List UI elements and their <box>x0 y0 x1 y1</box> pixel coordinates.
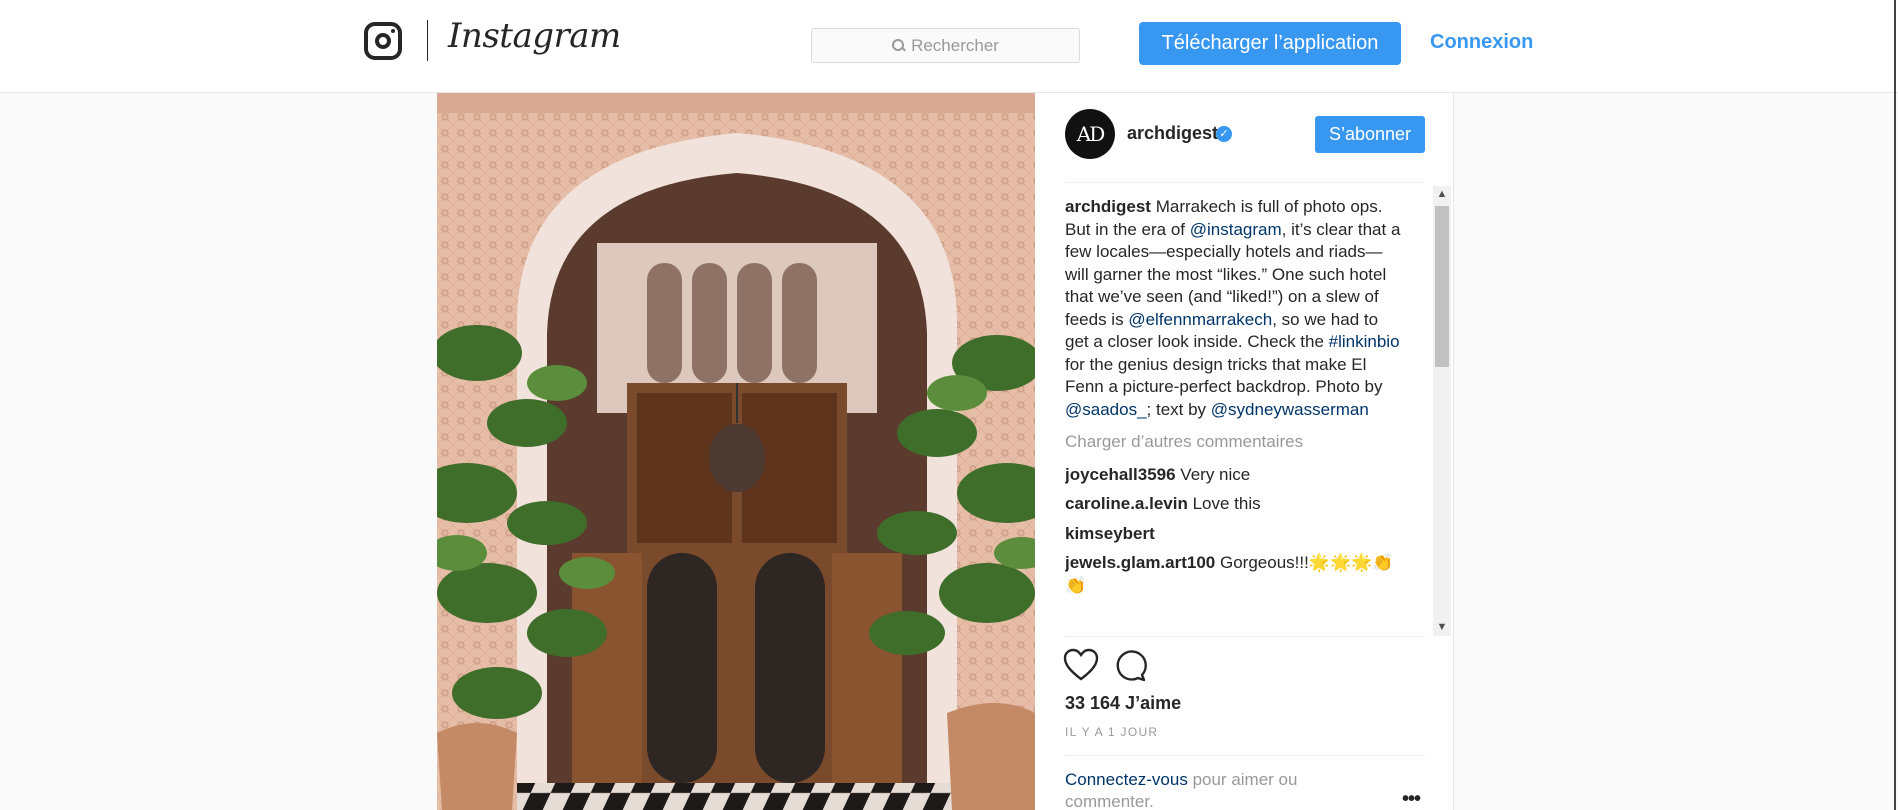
comment: kimseybert <box>1065 523 1405 546</box>
login-prompt-link[interactable]: Connectez-vous <box>1065 770 1188 789</box>
scroll-up-arrow-icon[interactable]: ▲ <box>1433 186 1451 203</box>
comment: joycehall3596 Very nice <box>1065 464 1405 487</box>
follow-button[interactable]: S’abonner <box>1315 116 1425 153</box>
divider <box>1065 182 1425 183</box>
post-username[interactable]: archdigest <box>1127 123 1218 144</box>
comment-username[interactable]: jewels.glam.art100 <box>1065 553 1215 572</box>
comments-list[interactable]: archdigest Marrakech is full of photo op… <box>1065 196 1405 636</box>
download-app-button[interactable]: Télécharger l’application <box>1139 22 1401 65</box>
comment: caroline.a.levin Love this <box>1065 493 1405 516</box>
search-icon <box>892 39 905 52</box>
logo-divider <box>427 20 428 61</box>
divider <box>1065 636 1425 637</box>
login-link[interactable]: Connexion <box>1430 31 1533 54</box>
caption-text: ; text by <box>1146 399 1211 419</box>
comment-text: Love this <box>1187 494 1261 513</box>
caption-text: for the genius design tricks that make E… <box>1065 354 1383 397</box>
post-timestamp[interactable]: IL Y A 1 JOUR <box>1065 725 1158 739</box>
divider <box>1065 755 1425 756</box>
comment-username[interactable]: kimseybert <box>1065 524 1155 543</box>
comment: jewels.glam.art100 Gorgeous!!!🌟🌟🌟👏👏 <box>1065 552 1405 597</box>
login-prompt: Connectez-vous pour aimer ou commenter. <box>1065 769 1365 810</box>
comment-username[interactable]: joycehall3596 <box>1065 465 1176 484</box>
scroll-thumb[interactable] <box>1435 206 1449 367</box>
hashtag-link[interactable]: #linkinbio <box>1329 332 1400 351</box>
mention-link[interactable]: @elfennmarrakech <box>1128 310 1272 329</box>
instagram-glyph-icon[interactable] <box>364 22 402 60</box>
more-options-icon[interactable]: ••• <box>1402 788 1421 810</box>
window-edge <box>1894 0 1896 810</box>
top-nav: Instagram Rechercher Télécharger l’appli… <box>0 0 1898 93</box>
likes-count[interactable]: 33 164 J’aime <box>1065 693 1181 714</box>
comment-icon[interactable] <box>1113 649 1147 683</box>
comment-text: Very nice <box>1175 464 1251 484</box>
scroll-down-arrow-icon[interactable]: ▼ <box>1433 619 1451 636</box>
mention-link[interactable]: @instagram <box>1190 220 1282 239</box>
comment-username[interactable]: caroline.a.levin <box>1065 494 1188 513</box>
avatar[interactable]: AD <box>1065 109 1115 159</box>
post-image[interactable] <box>437 93 1035 810</box>
search-placeholder: Rechercher <box>911 35 999 55</box>
instagram-wordmark[interactable]: Instagram <box>448 16 621 56</box>
verified-icon: ✓ <box>1216 126 1232 142</box>
riad-doorway-photo <box>437 93 1035 810</box>
heart-icon[interactable] <box>1063 648 1099 682</box>
load-more-comments-link[interactable]: Charger d’autres commentaires <box>1065 431 1405 454</box>
mention-link[interactable]: @saados_ <box>1065 400 1147 419</box>
caption-username[interactable]: archdigest <box>1065 197 1151 216</box>
comments-scrollbar[interactable]: ▲ ▼ <box>1433 186 1451 636</box>
search-input[interactable]: Rechercher <box>811 28 1080 63</box>
mention-link[interactable]: @sydneywasserman <box>1211 400 1369 419</box>
caption: archdigest Marrakech is full of photo op… <box>1065 196 1405 421</box>
post-side-panel: AD archdigest ✓ S’abonner archdigest Mar… <box>1035 93 1454 810</box>
